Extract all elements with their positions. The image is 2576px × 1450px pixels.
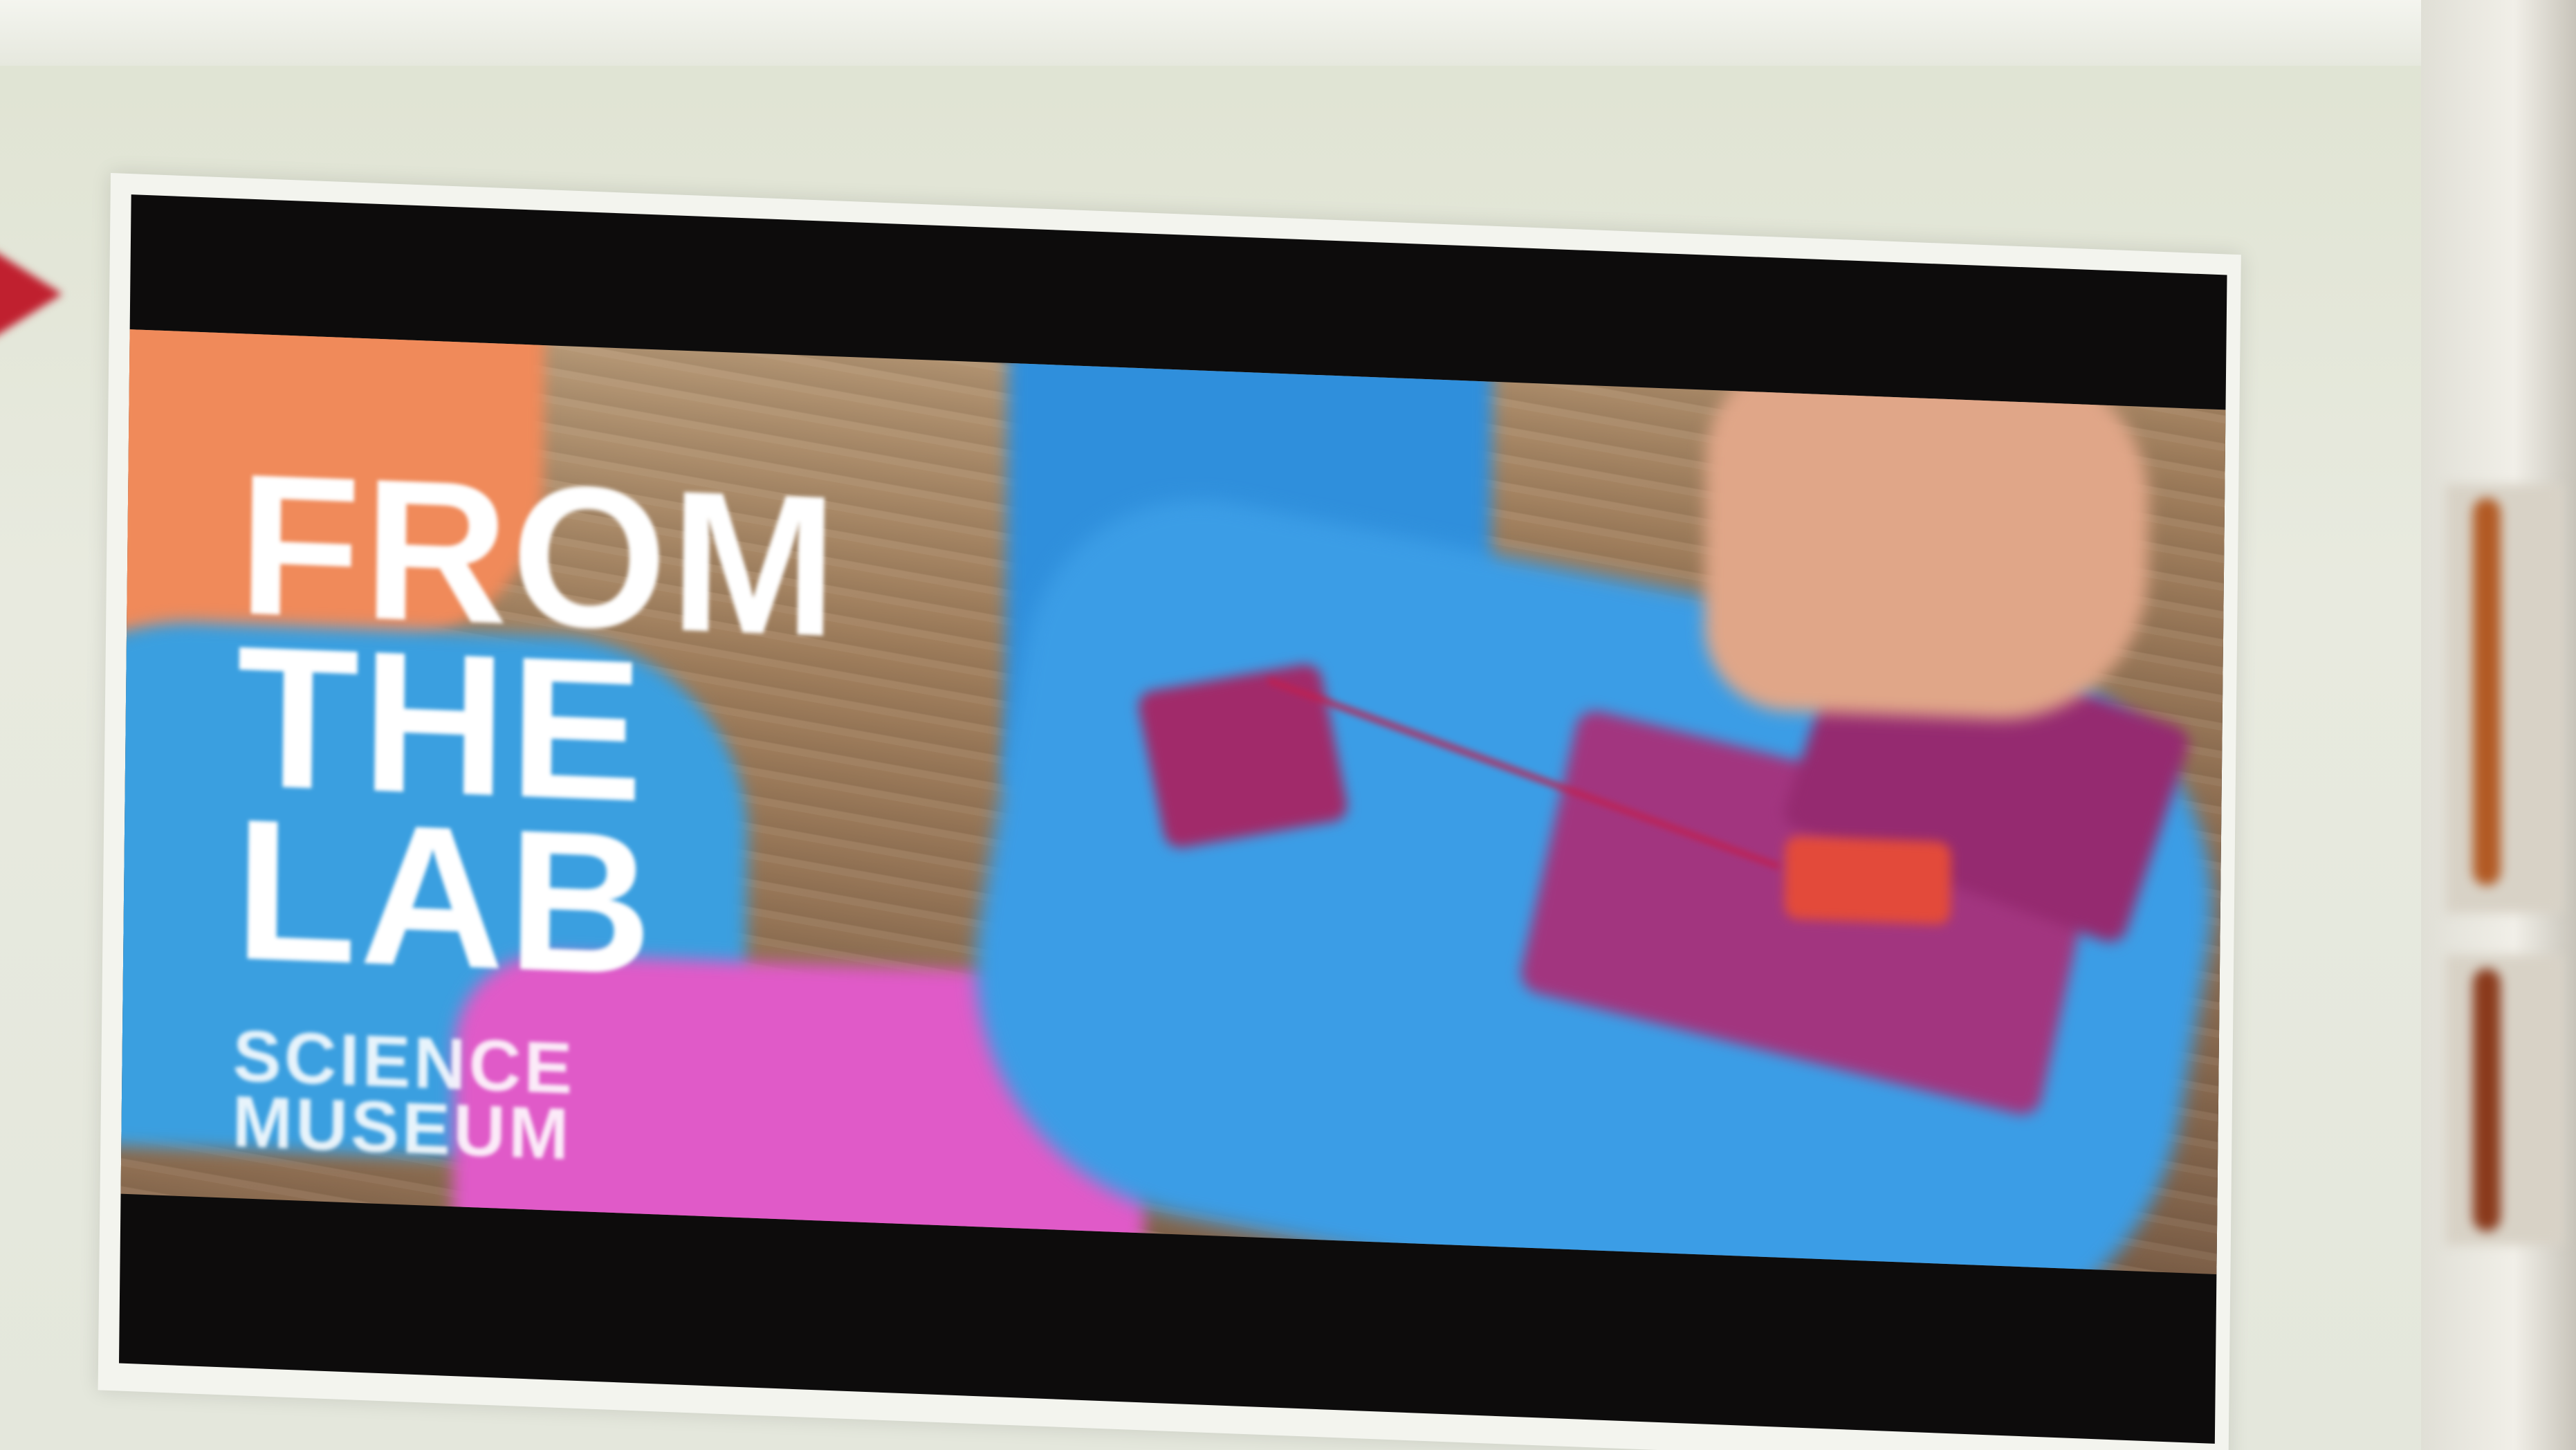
video-title-overlay: FROM THE LAB SCIENCE MUSEUM: [232, 432, 841, 1177]
video-thumbnail[interactable]: FROM THE LAB SCIENCE MUSEUM: [120, 329, 2226, 1275]
side-thumbnail[interactable]: [2445, 955, 2563, 1245]
video-card[interactable]: FROM THE LAB SCIENCE MUSEUM: [98, 173, 2241, 1450]
circuit-board: [1784, 836, 1951, 926]
side-thumbnail[interactable]: [2445, 484, 2563, 913]
hand: [1703, 348, 2151, 726]
previous-arrow-icon[interactable]: [0, 228, 62, 360]
top-bar: [0, 0, 2576, 66]
brand-logo: SCIENCE MUSEUM: [232, 1016, 835, 1177]
sock-patch-small: [1135, 661, 1350, 851]
video-title-line: LAB: [233, 776, 656, 1018]
video-player[interactable]: FROM THE LAB SCIENCE MUSEUM: [118, 194, 2227, 1444]
side-thumbnail-image: [2473, 969, 2501, 1231]
side-thumbnail-image: [2473, 498, 2501, 885]
screen-photo: FROM THE LAB SCIENCE MUSEUM: [0, 0, 2576, 1450]
